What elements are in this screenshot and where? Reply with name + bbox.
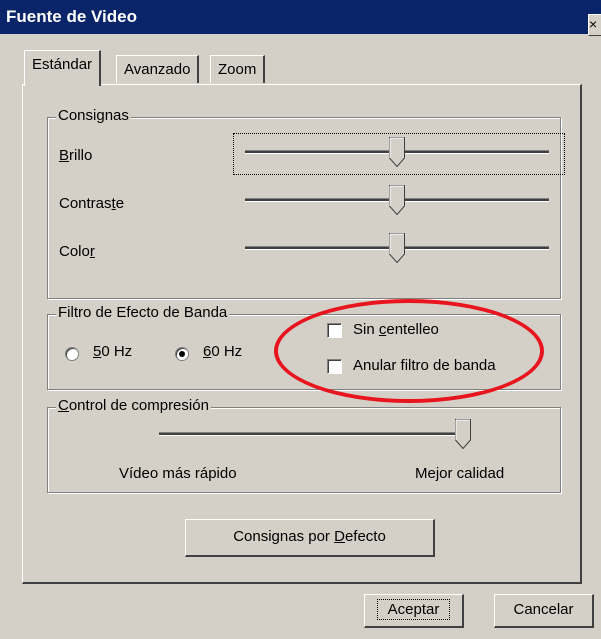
anular-filtro-checkbox[interactable] [327, 359, 342, 374]
tab-panel: Consignas Brillo Contraste Color Filtro … [22, 84, 582, 584]
sin-centelleo-label: Sin centelleo [353, 321, 439, 338]
radio-dot [179, 351, 185, 357]
anular-filtro-label: Anular filtro de banda [353, 357, 496, 374]
compresion-legend: Control de compresión [56, 397, 211, 414]
aceptar-button[interactable]: Aceptar [364, 594, 464, 628]
cancelar-button[interactable]: Cancelar [494, 594, 594, 628]
radio-50hz-label: 50 Hz [93, 343, 133, 360]
sin-centelleo-checkbox[interactable] [327, 323, 342, 338]
slider-thumb[interactable] [389, 137, 405, 167]
contraste-label: Contraste [59, 195, 125, 212]
contraste-slider[interactable] [245, 185, 549, 219]
tab-zoom[interactable]: Zoom [210, 55, 266, 83]
tab-label: Zoom [218, 61, 257, 78]
radio-50hz[interactable] [65, 347, 79, 361]
close-button[interactable]: × [588, 14, 601, 36]
title-bar[interactable]: Fuente de Video × [0, 0, 601, 36]
radio-60hz-label: 60 Hz [203, 343, 243, 360]
slider-track [159, 432, 471, 436]
aceptar-label: Aceptar [376, 599, 451, 620]
brillo-label: Brillo [59, 147, 93, 164]
cancelar-label: Cancelar [513, 601, 574, 618]
color-label: Color [59, 243, 95, 260]
window-title: Fuente de Video [6, 7, 137, 26]
compresion-slider[interactable] [159, 419, 471, 453]
tab-avanzado[interactable]: Avanzado [116, 55, 200, 83]
consignas-por-defecto-button[interactable]: Consignas por Defecto [185, 519, 435, 557]
close-icon: × [589, 16, 598, 32]
video-rapido-label: Vídeo más rápido [119, 465, 237, 482]
tab-estandar[interactable]: Estándar [24, 50, 102, 86]
mejor-calidad-label: Mejor calidad [415, 465, 505, 482]
brillo-slider[interactable] [245, 137, 549, 171]
tab-label: Avanzado [124, 61, 191, 78]
slider-thumb[interactable] [389, 185, 405, 215]
radio-60hz[interactable] [175, 347, 189, 361]
slider-thumb[interactable] [389, 233, 405, 263]
banda-legend: Filtro de Efecto de Banda [56, 304, 230, 321]
consignas-legend: Consignas [56, 107, 131, 124]
color-slider[interactable] [245, 233, 549, 267]
dialog-window: Fuente de Video × Estándar Avanzado Zoom… [0, 0, 601, 639]
tab-label: Estándar [32, 56, 93, 73]
slider-thumb[interactable] [455, 419, 471, 449]
